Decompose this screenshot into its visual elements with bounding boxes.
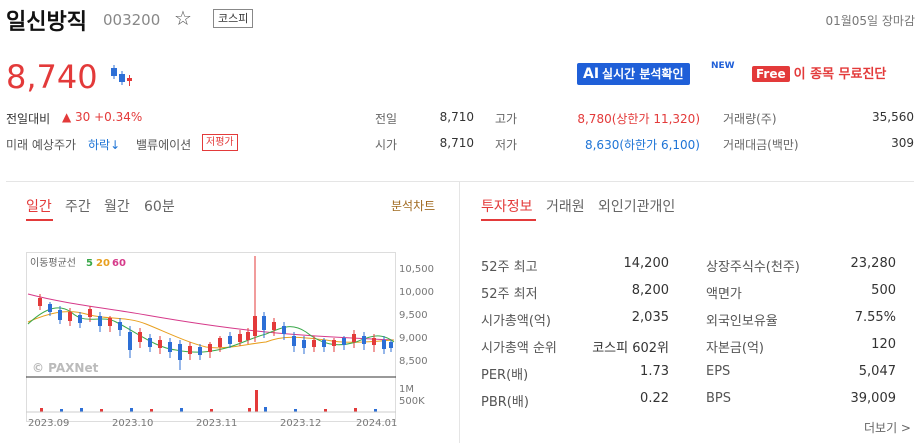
info-label-52w-low: 52주 최저 [481, 287, 538, 302]
quote-value-prev-close: 8,710 [439, 110, 474, 124]
info-label-foreign-ratio: 외국인보유율 [706, 314, 778, 329]
price-chart[interactable]: 이동평균선 5 20 60 10,500 10,000 9,500 9,000 … [26, 252, 436, 432]
analysis-chart-link[interactable]: 분석차트 [391, 197, 435, 214]
market-status: 01월05일 장마감 [825, 14, 915, 28]
info-label-52w-high: 52주 최고 [481, 260, 538, 275]
info-label-par-value: 액면가 [706, 287, 742, 302]
ai-icon: AI [583, 66, 600, 82]
info-label-market-cap: 시가총액(억) [481, 314, 551, 329]
info-value-52w-high: 14,200 [623, 256, 670, 271]
quote-value-open: 8,710 [439, 136, 474, 150]
x-tick-label: 2023.12 [280, 418, 321, 429]
valuation-badge[interactable]: 저평가 [202, 134, 238, 151]
forecast-label: 미래 예상주가 [6, 138, 77, 152]
stock-code: 003200 [103, 11, 161, 29]
quote-label-prev-close: 전일 [375, 112, 398, 126]
ai-analysis-button[interactable]: AI 실시간 분석확인 [577, 63, 690, 85]
x-tick-label: 2023.10 [112, 418, 153, 429]
x-tick-label: 2023.11 [196, 418, 237, 429]
volume-tick-label: 500K [399, 396, 425, 407]
new-tag: NEW [711, 61, 735, 71]
tab-weekly[interactable]: 주간 [65, 196, 91, 216]
info-value-market-cap: 2,035 [631, 310, 669, 325]
tab-brokers[interactable]: 거래원 [546, 196, 585, 216]
info-value-market-cap-rank: 코스피 602위 [592, 341, 669, 356]
candlesticks [38, 256, 393, 370]
x-tick-label: 2024.01 [356, 418, 397, 429]
column-divider [459, 182, 460, 443]
tab-investor-flows[interactable]: 외인기관개인 [598, 196, 675, 216]
favorite-star-icon[interactable]: ☆ [174, 6, 192, 30]
volume-bars [40, 390, 377, 412]
more-link[interactable]: 더보기 > [864, 419, 911, 436]
tab-monthly[interactable]: 월간 [104, 196, 130, 216]
paxnet-watermark: © PAXNet [32, 361, 99, 375]
tab-60min[interactable]: 60분 [144, 196, 175, 216]
current-price: 8,740 [6, 58, 98, 96]
ma-legend-label: 이동평균선 [30, 257, 76, 269]
quote-label-open: 시가 [375, 138, 398, 152]
info-value-per: 1.73 [640, 364, 669, 379]
info-value-52w-low: 8,200 [631, 283, 669, 298]
forecast-link[interactable]: 하락↓ [88, 136, 120, 153]
y-tick-label: 8,500 [399, 356, 428, 367]
ma60-line [27, 293, 395, 341]
tab-daily[interactable]: 일간 [26, 196, 52, 216]
quote-label-volume: 거래량(주) [723, 112, 777, 126]
y-tick-label: 10,000 [399, 287, 434, 298]
volume-tick-label: 1M [399, 384, 414, 395]
free-icon: Free [752, 66, 790, 82]
change-label: 전일대비 [6, 112, 51, 126]
info-value-capital: 120 [871, 337, 896, 352]
quote-label-low: 저가 [495, 138, 518, 152]
section-divider [6, 181, 914, 182]
quote-label-trade-value: 거래대금(백만) [723, 138, 799, 152]
quote-value-high: 8,780(상한가 11,320) [577, 112, 700, 126]
info-label-per: PER(배) [481, 368, 529, 383]
tab-investment-info[interactable]: 투자정보 [481, 196, 533, 216]
tab-active-indicator-2 [481, 219, 536, 221]
tab-active-indicator [26, 219, 53, 221]
info-label-listed-shares: 상장주식수(천주) [706, 260, 800, 275]
info-value-bps: 39,009 [850, 391, 897, 406]
quote-value-low: 8,630(하한가 6,100) [584, 138, 700, 152]
free-diagnosis-button[interactable]: Free 이 종목 무료진단 [752, 63, 886, 85]
quote-value-volume: 35,560 [872, 110, 914, 124]
stock-summary-page: 일신방직 003200 ☆ 코스피 01월05일 장마감 8,740 AI 실시간… [0, 0, 921, 443]
info-label-pbr: PBR(배) [481, 395, 529, 410]
y-tick-label: 10,500 [399, 264, 434, 275]
quote-value-trade-value: 309 [891, 136, 914, 150]
info-value-eps: 5,047 [858, 364, 896, 379]
stock-name: 일신방직 [6, 10, 87, 35]
info-label-capital: 자본금(억) [706, 341, 764, 356]
ma5-legend: 5 [86, 258, 93, 269]
x-tick-label: 2023.09 [28, 418, 69, 429]
quote-label-high: 고가 [495, 112, 518, 126]
valuation-label: 밸류에이션 [136, 138, 192, 152]
info-label-bps: BPS [706, 391, 732, 406]
ma60-legend: 60 [112, 258, 126, 269]
y-tick-label: 9,500 [399, 310, 428, 321]
info-label-market-cap-rank: 시가총액 순위 [481, 341, 557, 356]
market-badge: 코스피 [213, 9, 254, 28]
info-label-eps: EPS [706, 364, 731, 379]
candle-chart-icon[interactable] [109, 64, 135, 90]
change-value: ▲ 30 +0.34% [62, 110, 143, 124]
info-value-par-value: 500 [871, 283, 896, 298]
info-value-pbr: 0.22 [640, 391, 669, 406]
ma20-line [27, 311, 395, 349]
info-value-foreign-ratio: 7.55% [854, 310, 896, 325]
y-tick-label: 9,000 [399, 333, 428, 344]
info-value-listed-shares: 23,280 [850, 256, 897, 271]
ma20-legend: 20 [96, 258, 110, 269]
